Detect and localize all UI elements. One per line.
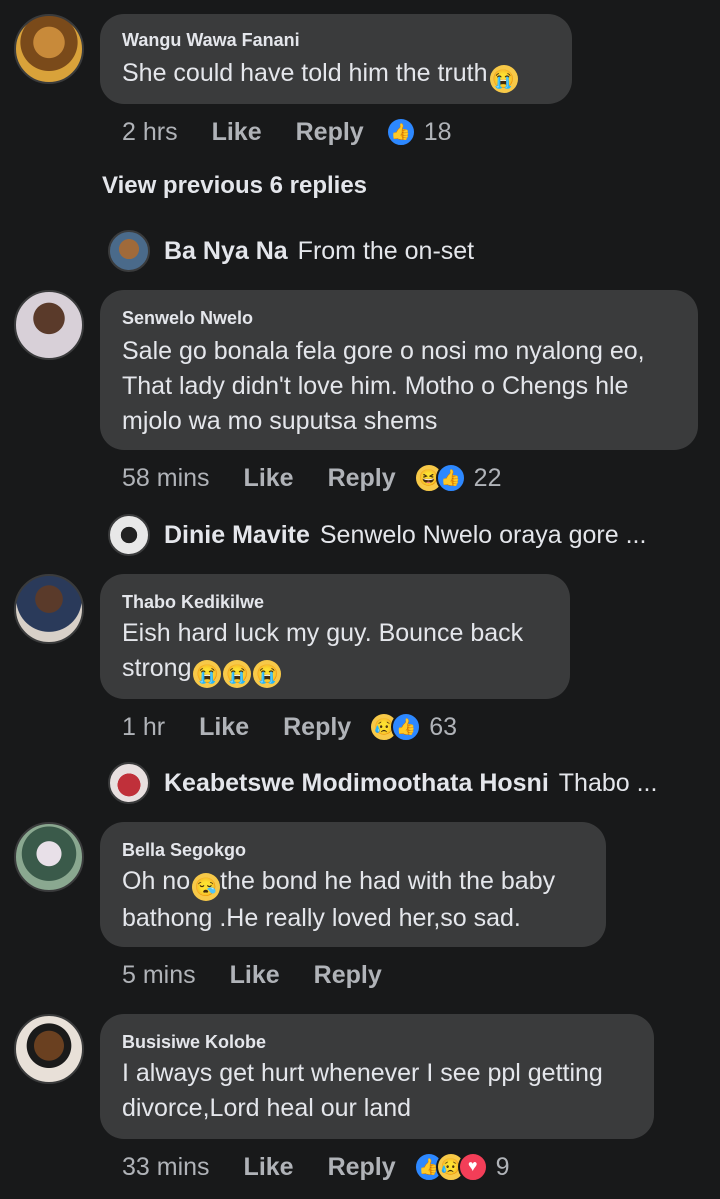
reaction-count: 63 (429, 712, 458, 741)
reply-preview[interactable]: Dinie Mavite Senwelo Nwelo oraya gore ..… (108, 514, 646, 556)
avatar[interactable] (108, 230, 150, 272)
like-button[interactable]: Like (230, 961, 280, 990)
comment-author[interactable]: Busisiwe Kolobe (122, 1032, 266, 1053)
view-previous-replies[interactable]: View previous 6 replies (102, 172, 367, 200)
comment-time[interactable]: 58 mins (122, 464, 210, 493)
reaction-count: 22 (473, 463, 502, 492)
comment-time[interactable]: 1 hr (122, 713, 165, 742)
crying-emoji-icon: 😭 (223, 660, 252, 688)
comment-text: She could have told him the truth 😭 (122, 56, 518, 93)
avatar[interactable] (108, 762, 150, 804)
comment-bubble[interactable]: Senwelo Nwelo Sale go bonala fela gore o… (100, 290, 698, 450)
comment-time[interactable]: 5 mins (122, 961, 196, 990)
comment-author[interactable]: Thabo Kedikilwe (122, 592, 264, 613)
reaction-count: 18 (423, 117, 452, 146)
crying-emoji-icon: 😭 (253, 660, 282, 688)
comment-text: Eish hard luck my guy. Bounce back stron… (122, 616, 523, 688)
avatar[interactable] (14, 574, 84, 644)
reaction-count: 9 (495, 1152, 510, 1181)
avatar[interactable] (14, 822, 84, 892)
comment-text: I always get hurt whenever I see ppl get… (122, 1059, 603, 1122)
comment-text: Oh no 😪 the bond he had with the baby bath… (122, 867, 556, 932)
like-button[interactable]: Like (212, 118, 262, 147)
reaction-summary[interactable]: 👍 😥 ♥ 9 (413, 1152, 510, 1182)
reply-button[interactable]: Reply (328, 464, 396, 493)
comment-actions: 58 mins Like Reply 😆 👍 22 (122, 462, 501, 494)
reaction-summary[interactable]: 😥 👍 63 (369, 712, 457, 742)
reply-preview[interactable]: Keabetswe Modimoothata Hosni Thabo ... (108, 762, 657, 804)
comment-text: Sale go bonala fela gore o nosi mo nyalo… (122, 337, 645, 435)
like-button[interactable]: Like (244, 1153, 294, 1182)
comment-actions: 33 mins Like Reply 👍 😥 ♥ 9 (122, 1151, 510, 1183)
reply-button[interactable]: Reply (314, 961, 382, 990)
reaction-summary[interactable]: 👍 18 (385, 117, 452, 147)
comment-author[interactable]: Wangu Wawa Fanani (122, 30, 300, 51)
reply-button[interactable]: Reply (283, 713, 351, 742)
comment-time[interactable]: 2 hrs (122, 118, 178, 147)
comment-bubble[interactable]: Wangu Wawa Fanani She could have told hi… (100, 14, 572, 104)
like-button[interactable]: Like (244, 464, 294, 493)
avatar[interactable] (14, 1014, 84, 1084)
comment-bubble[interactable]: Bella Segokgo Oh no 😪 the bond he had with… (100, 822, 606, 947)
comment-actions: 2 hrs Like Reply 👍 18 (122, 116, 452, 148)
love-reaction-icon: ♥ (457, 1152, 488, 1182)
like-reaction-icon: 👍 (435, 463, 466, 493)
avatar[interactable] (108, 514, 150, 556)
reaction-summary[interactable]: 😆 👍 22 (413, 463, 502, 493)
comment-bubble[interactable]: Busisiwe Kolobe I always get hurt whenev… (100, 1014, 654, 1139)
comment-time[interactable]: 33 mins (122, 1153, 210, 1182)
comment-author[interactable]: Bella Segokgo (122, 840, 246, 861)
reply-preview[interactable]: Ba Nya Na From the on-set (108, 230, 474, 272)
like-button[interactable]: Like (199, 713, 249, 742)
sleepy-emoji-icon: 😪 (192, 873, 221, 901)
reply-button[interactable]: Reply (296, 118, 364, 147)
comment-actions: 1 hr Like Reply 😥 👍 63 (122, 711, 457, 743)
crying-emoji-icon: 😭 (193, 660, 222, 688)
comment-author[interactable]: Senwelo Nwelo (122, 308, 253, 329)
comment-actions: 5 mins Like Reply (122, 959, 382, 991)
like-reaction-icon: 👍 (385, 117, 416, 147)
reply-button[interactable]: Reply (328, 1153, 396, 1182)
avatar[interactable] (14, 290, 84, 360)
like-reaction-icon: 👍 (391, 712, 422, 742)
avatar[interactable] (14, 14, 84, 84)
comment-bubble[interactable]: Thabo Kedikilwe Eish hard luck my guy. B… (100, 574, 570, 699)
crying-emoji-icon: 😭 (489, 65, 518, 93)
